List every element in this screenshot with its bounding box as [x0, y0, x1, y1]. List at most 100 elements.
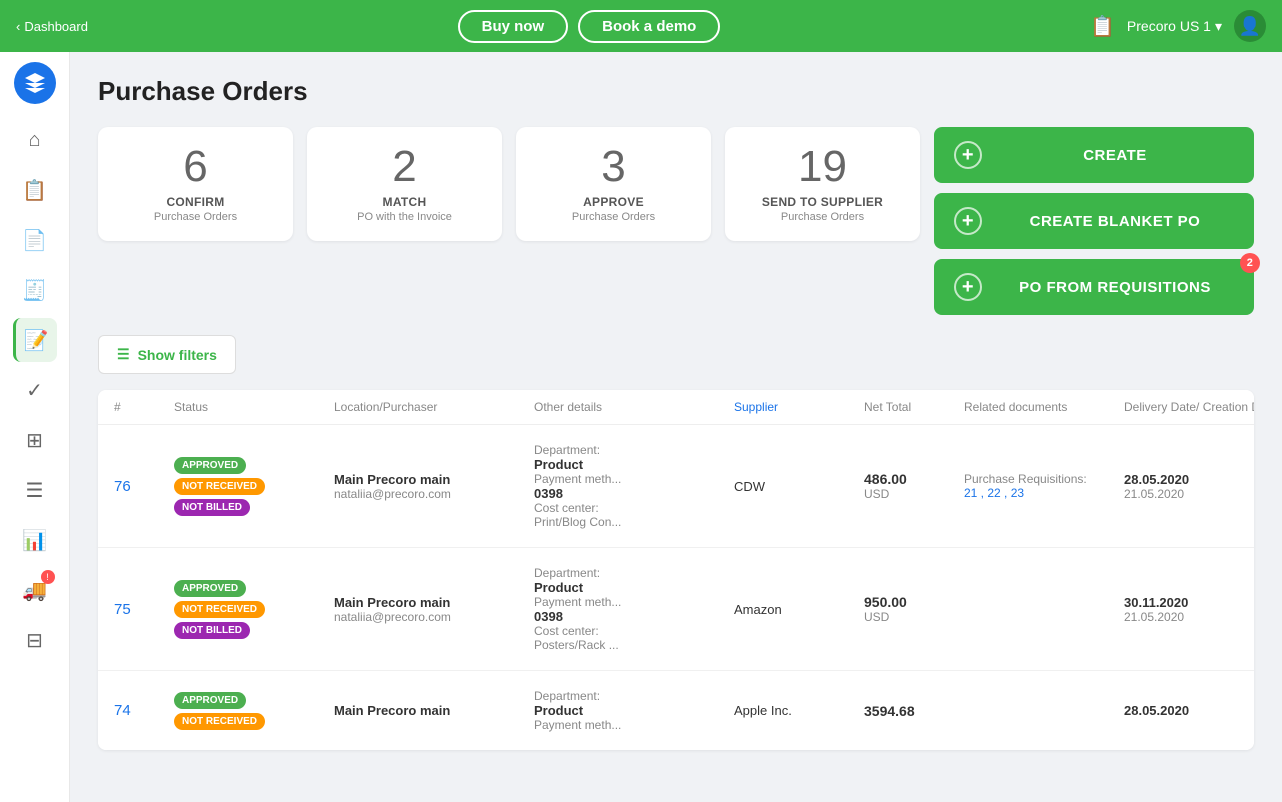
action-buttons: + CREATE + CREATE BLANKET PO + PO FROM R… [934, 127, 1254, 315]
document-icon: 📄 [22, 228, 47, 253]
org-selector[interactable]: Precoro US 1 ▾ [1127, 18, 1222, 35]
row-number-74[interactable]: 74 [114, 702, 174, 719]
main-layout: ⌂ 📋 📄 🧾 📝 ✓ ⊞ ☰ 📊 🚚! ⊟ Purchase Orders 6… [0, 52, 1282, 802]
grid-icon: ⊞ [26, 428, 43, 453]
badge-not-billed: NOT BILLED [174, 622, 250, 639]
stat-sublabel-match: PO with the Invoice [327, 211, 482, 223]
user-avatar[interactable]: 👤 [1234, 10, 1266, 42]
app-logo[interactable] [14, 62, 56, 104]
status-badges-74: APPROVED NOT RECEIVED [174, 692, 334, 730]
net-total-74: 3594.68 [864, 703, 964, 719]
requisition-badge: 2 [1240, 253, 1260, 273]
top-navigation: ‹ Dashboard Buy now Book a demo 📋 Precor… [0, 0, 1282, 52]
status-badges-75: APPROVED NOT RECEIVED NOT BILLED [174, 580, 334, 639]
sidebar-item-menu[interactable]: ☰ [13, 468, 57, 512]
stat-card-send-to-supplier[interactable]: 19 SEND TO SUPPLIER Purchase Orders [725, 127, 920, 241]
amount: 3594.68 [864, 703, 964, 719]
show-filters-button[interactable]: ☰ Show filters [98, 335, 236, 374]
status-badges-76: APPROVED NOT RECEIVED NOT BILLED [174, 457, 334, 516]
date-col-76: 28.05.2020 21.05.2020 [1124, 472, 1254, 501]
creation-date: 21.05.2020 [1124, 610, 1254, 624]
delivery-date: 30.11.2020 [1124, 595, 1254, 610]
dept-label: Department: [534, 689, 734, 703]
sidebar-item-invoice[interactable]: 🧾 [13, 268, 57, 312]
badge-not-received: NOT RECEIVED [174, 478, 265, 495]
sidebar-item-chart[interactable]: 📊 [13, 518, 57, 562]
row-number-75[interactable]: 75 [114, 601, 174, 618]
supplier-75: Amazon [734, 602, 864, 617]
col-header-num: # [114, 400, 174, 414]
sidebar-item-storage[interactable]: ⊟ [13, 618, 57, 662]
po-from-req-label: PO FROM REQUISITIONS [996, 279, 1234, 296]
location-col-74: Main Precoro main [334, 703, 534, 718]
filter-label: Show filters [138, 347, 217, 363]
notification-icon[interactable]: 📋 [1090, 14, 1115, 39]
stat-card-confirm[interactable]: 6 CONFIRM Purchase Orders [98, 127, 293, 241]
details-col-76: Department: Product Payment meth... 0398… [534, 443, 734, 529]
storage-icon: ⊟ [26, 628, 43, 653]
create-plus-icon: + [954, 141, 982, 169]
location-email: nataliia@precoro.com [334, 610, 534, 624]
create-button[interactable]: + CREATE [934, 127, 1254, 183]
stat-cards: 6 CONFIRM Purchase Orders 2 MATCH PO wit… [98, 127, 920, 241]
net-total-76: 486.00 USD [864, 471, 964, 501]
stat-label-send: SEND TO SUPPLIER [745, 195, 900, 209]
location-name: Main Precoro main [334, 595, 534, 610]
creation-date: 21.05.2020 [1124, 487, 1254, 501]
sidebar-item-delivery[interactable]: 🚚! [13, 568, 57, 612]
dashboard-link-label: Dashboard [24, 19, 88, 34]
stat-sublabel-confirm: Purchase Orders [118, 211, 273, 223]
stat-sublabel-send: Purchase Orders [745, 211, 900, 223]
sidebar-item-check[interactable]: ✓ [13, 368, 57, 412]
sidebar: ⌂ 📋 📄 🧾 📝 ✓ ⊞ ☰ 📊 🚚! ⊟ [0, 52, 70, 802]
location-name: Main Precoro main [334, 472, 534, 487]
payment-num: 0398 [534, 609, 734, 624]
sidebar-item-document[interactable]: 📄 [13, 218, 57, 262]
stat-card-match[interactable]: 2 MATCH PO with the Invoice [307, 127, 502, 241]
requisition-plus-icon: + [954, 273, 982, 301]
badge-not-received: NOT RECEIVED [174, 713, 265, 730]
payment-label: Payment meth... [534, 718, 734, 732]
col-header-location: Location/Purchaser [334, 400, 534, 414]
stat-num-confirm: 6 [118, 145, 273, 189]
main-content: Purchase Orders 6 CONFIRM Purchase Order… [70, 52, 1282, 802]
po-from-requisitions-button[interactable]: + PO FROM REQUISITIONS 2 [934, 259, 1254, 315]
stat-num-send: 19 [745, 145, 900, 189]
dept-val: Product [534, 703, 734, 718]
badge-approved: APPROVED [174, 692, 246, 709]
back-to-dashboard[interactable]: ‹ Dashboard [16, 19, 88, 34]
top-row: 6 CONFIRM Purchase Orders 2 MATCH PO wit… [98, 127, 1254, 315]
stat-sublabel-approve: Purchase Orders [536, 211, 691, 223]
cost-val: Posters/Rack ... [534, 638, 734, 652]
sidebar-item-list[interactable]: 📋 [13, 168, 57, 212]
buy-now-button[interactable]: Buy now [458, 10, 569, 43]
location-email: nataliia@precoro.com [334, 487, 534, 501]
table-row: 76 APPROVED NOT RECEIVED NOT BILLED Main… [98, 425, 1254, 548]
location-col-75: Main Precoro main nataliia@precoro.com [334, 595, 534, 624]
stat-label-approve: APPROVE [536, 195, 691, 209]
stat-label-match: MATCH [327, 195, 482, 209]
related-links[interactable]: 21 , 22 , 23 [964, 486, 1124, 500]
location-name: Main Precoro main [334, 703, 534, 718]
book-demo-button[interactable]: Book a demo [578, 10, 720, 43]
back-chevron: ‹ [16, 19, 20, 34]
stat-card-approve[interactable]: 3 APPROVE Purchase Orders [516, 127, 711, 241]
date-col-74: 28.05.2020 [1124, 703, 1254, 718]
row-number-76[interactable]: 76 [114, 478, 174, 495]
sidebar-item-grid[interactable]: ⊞ [13, 418, 57, 462]
location-col-76: Main Precoro main nataliia@precoro.com [334, 472, 534, 501]
sidebar-item-home[interactable]: ⌂ [13, 118, 57, 162]
supplier-74: Apple Inc. [734, 703, 864, 718]
sidebar-item-purchase-orders[interactable]: 📝 [13, 318, 57, 362]
org-chevron-icon: ▾ [1215, 18, 1222, 35]
nav-action-buttons: Buy now Book a demo [458, 10, 721, 43]
create-blanket-po-button[interactable]: + CREATE BLANKET PO [934, 193, 1254, 249]
check-icon: ✓ [26, 378, 43, 403]
dept-label: Department: [534, 443, 734, 457]
delivery-date: 28.05.2020 [1124, 472, 1254, 487]
org-name-label: Precoro US 1 [1127, 18, 1211, 34]
home-icon: ⌂ [28, 129, 40, 152]
date-col-75: 30.11.2020 21.05.2020 [1124, 595, 1254, 624]
table-header: # Status Location/Purchaser Other detail… [98, 390, 1254, 425]
col-header-related: Related documents [964, 400, 1124, 414]
